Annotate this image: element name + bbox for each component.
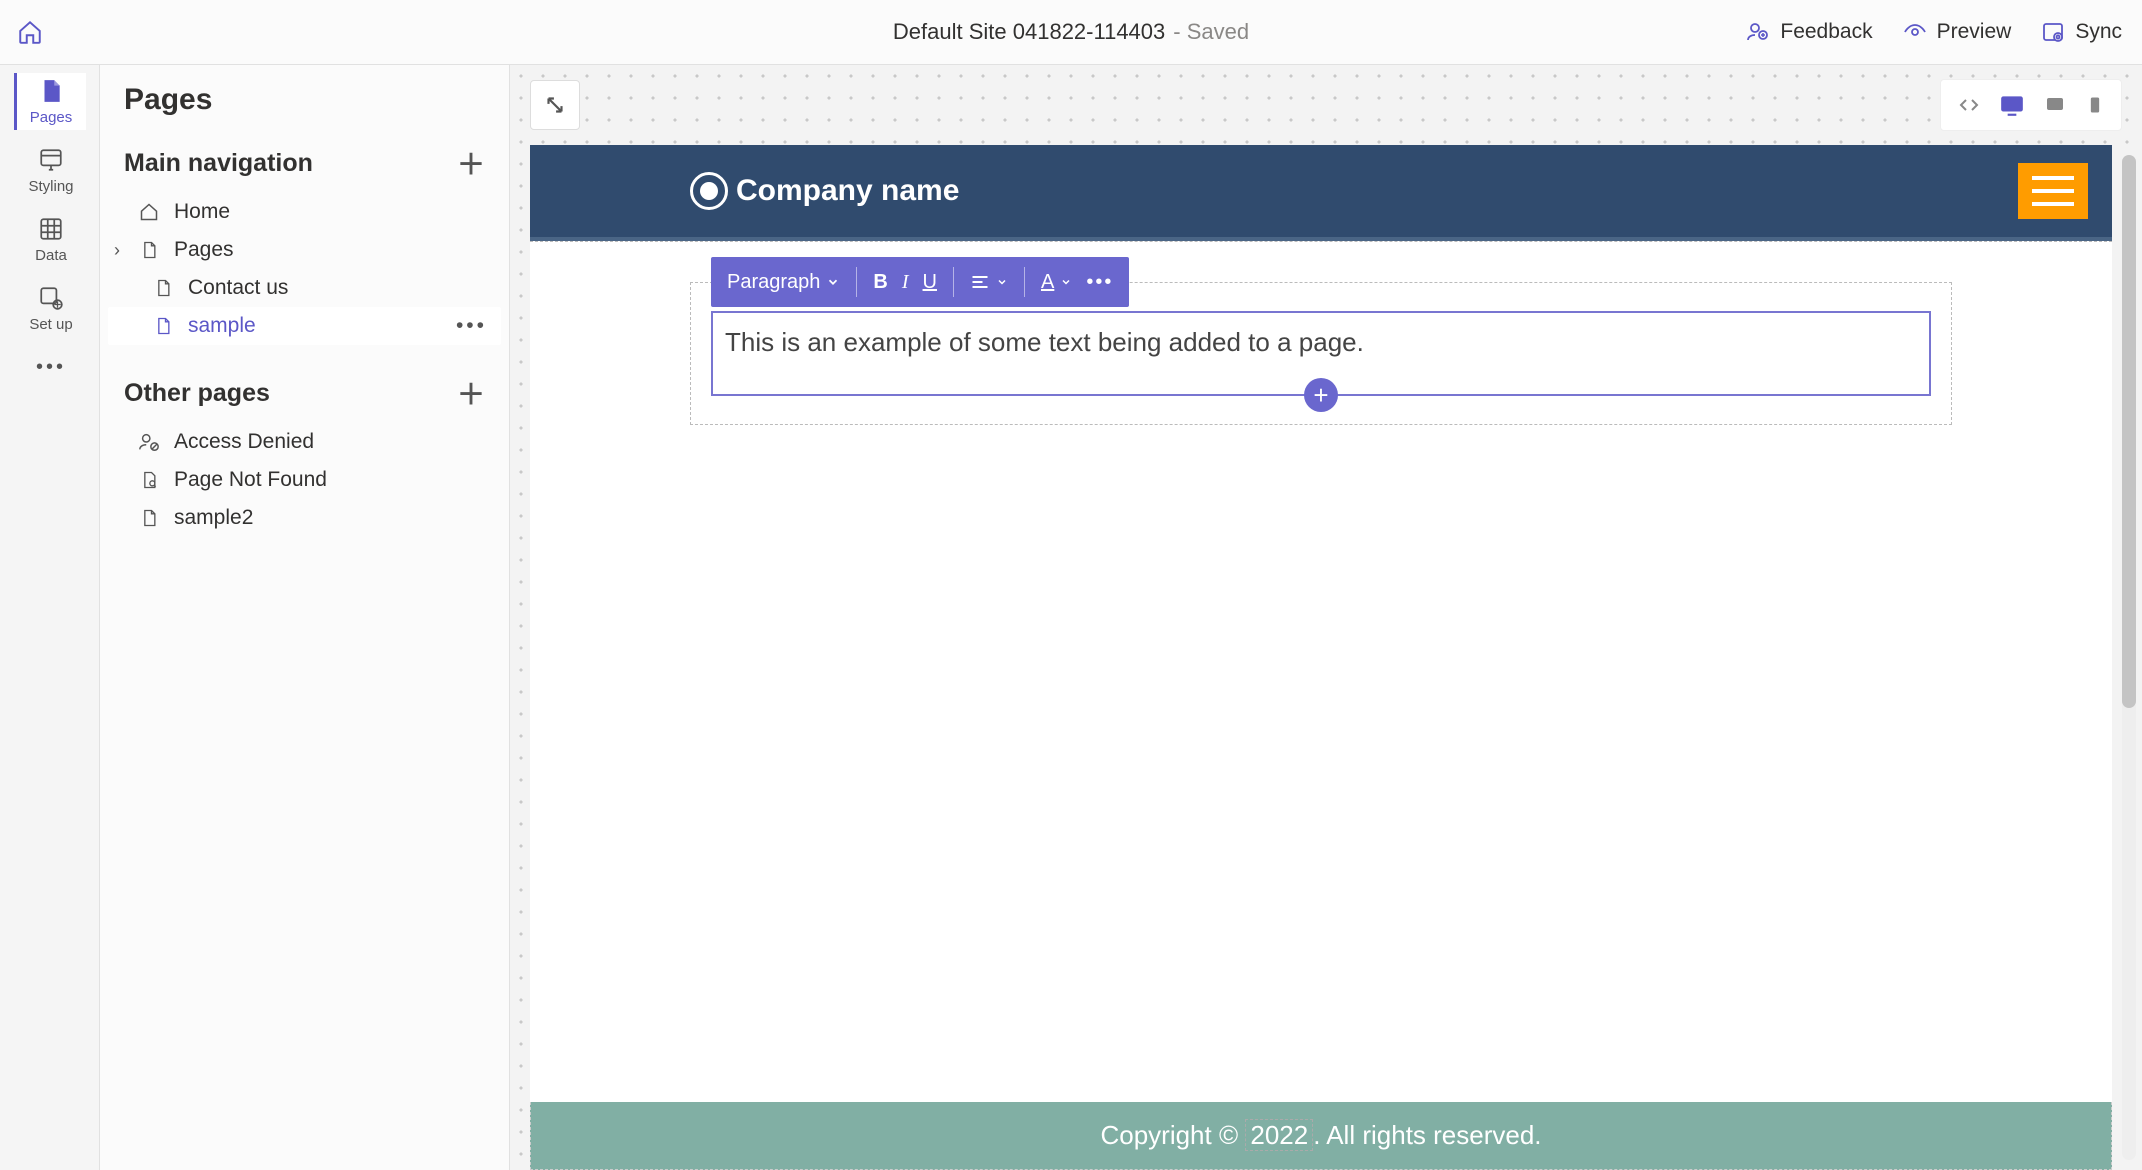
italic-button[interactable]: I — [902, 271, 909, 294]
chevron-down-icon — [1060, 276, 1072, 288]
access-denied-icon — [138, 431, 160, 453]
save-status: - Saved — [1173, 19, 1249, 45]
viewport-switch — [1940, 79, 2122, 131]
text-component[interactable]: Paragraph B I U — [690, 282, 1952, 425]
site-title: Default Site 041822-114403 - Saved — [893, 19, 1249, 45]
setup-icon — [37, 284, 65, 312]
styling-icon — [37, 146, 65, 174]
nav-item-sample2[interactable]: sample2 — [108, 499, 501, 537]
logo-icon — [690, 172, 728, 210]
site-footer: Copyright © 2022. All rights reserved. — [530, 1102, 2112, 1170]
toolstrip: Pages Styling Data Set up ••• — [0, 65, 100, 1170]
code-icon — [1957, 93, 1981, 117]
home-icon — [17, 19, 43, 45]
sync-button[interactable]: Sync — [2041, 20, 2122, 44]
add-other-page-button[interactable]: ＋ — [457, 373, 485, 413]
pages-panel: Pages Main navigation ＋ Home › — [100, 65, 510, 1170]
mobile-view-button[interactable] — [2081, 89, 2109, 121]
preview-button[interactable]: Preview — [1903, 20, 2012, 44]
content-area: Paragraph B I U — [530, 241, 2112, 1102]
tablet-icon — [2043, 93, 2067, 117]
toolstrip-more[interactable]: ••• — [14, 349, 86, 385]
nav-item-pages[interactable]: › Pages — [108, 231, 501, 269]
resize-handle-button[interactable] — [530, 80, 580, 130]
align-dropdown[interactable] — [970, 272, 1008, 292]
chevron-down-icon — [996, 276, 1008, 288]
feedback-button[interactable]: Feedback — [1746, 20, 1872, 44]
resize-icon — [542, 92, 568, 118]
not-found-icon — [138, 470, 160, 490]
mobile-icon — [2085, 93, 2105, 117]
more-icon: ••• — [37, 353, 65, 381]
home-button[interactable] — [0, 0, 60, 64]
page-icon — [152, 316, 174, 336]
scroll-thumb[interactable] — [2122, 155, 2136, 708]
nav-item-contact[interactable]: Contact us — [108, 269, 501, 307]
chevron-right-icon[interactable]: › — [114, 240, 120, 261]
bold-button[interactable]: B — [873, 271, 887, 294]
footer-year[interactable]: 2022 — [1245, 1119, 1313, 1151]
home-page-icon — [138, 202, 160, 222]
canvas-toolbar — [530, 79, 2122, 131]
add-component-button[interactable]: + — [1304, 378, 1338, 412]
toolstrip-styling[interactable]: Styling — [14, 142, 86, 199]
nav-item-access-denied[interactable]: Access Denied — [108, 423, 501, 461]
toolstrip-setup[interactable]: Set up — [14, 280, 86, 337]
font-color-dropdown[interactable]: A — [1041, 271, 1072, 294]
text-editor[interactable]: This is an example of some text being ad… — [711, 311, 1931, 396]
main-nav-header: Main navigation ＋ — [108, 133, 501, 193]
format-dropdown[interactable]: Paragraph — [727, 271, 840, 294]
desktop-view-button[interactable] — [1995, 88, 2029, 122]
other-pages-header: Other pages ＋ — [108, 363, 501, 423]
preview-icon — [1903, 20, 1927, 44]
feedback-icon — [1746, 20, 1770, 44]
code-view-button[interactable] — [1953, 89, 1985, 121]
page-icon — [138, 240, 160, 260]
nav-item-sample[interactable]: sample ••• — [108, 307, 501, 345]
nav-item-not-found[interactable]: Page Not Found — [108, 461, 501, 499]
sync-icon — [2041, 20, 2065, 44]
chevron-down-icon — [826, 275, 840, 289]
page-icon — [152, 278, 174, 298]
app-header: Default Site 041822-114403 - Saved Feedb… — [0, 0, 2142, 65]
rich-text-toolbar: Paragraph B I U — [711, 257, 1129, 307]
item-more-button[interactable]: ••• — [456, 314, 487, 338]
underline-button[interactable]: U — [923, 271, 937, 294]
pages-icon — [37, 77, 65, 105]
scrollbar[interactable] — [2122, 155, 2136, 1160]
toolbar-more-button[interactable]: ••• — [1086, 271, 1113, 294]
page-preview: Company name Paragraph — [530, 145, 2112, 1170]
toolstrip-pages[interactable]: Pages — [14, 73, 86, 130]
page-icon — [138, 508, 160, 528]
data-icon — [37, 215, 65, 243]
add-main-nav-button[interactable]: ＋ — [457, 143, 485, 183]
panel-title: Pages — [100, 65, 509, 133]
align-left-icon — [970, 272, 990, 292]
header-actions: Feedback Preview Sync — [1746, 20, 2122, 44]
site-header: Company name — [530, 145, 2112, 241]
nav-item-home[interactable]: Home — [108, 193, 501, 231]
menu-toggle-button[interactable] — [2018, 163, 2088, 219]
canvas: Company name Paragraph — [510, 65, 2142, 1170]
company-brand[interactable]: Company name — [690, 172, 959, 210]
tablet-view-button[interactable] — [2039, 89, 2071, 121]
desktop-icon — [1999, 92, 2025, 118]
toolstrip-data[interactable]: Data — [14, 211, 86, 268]
